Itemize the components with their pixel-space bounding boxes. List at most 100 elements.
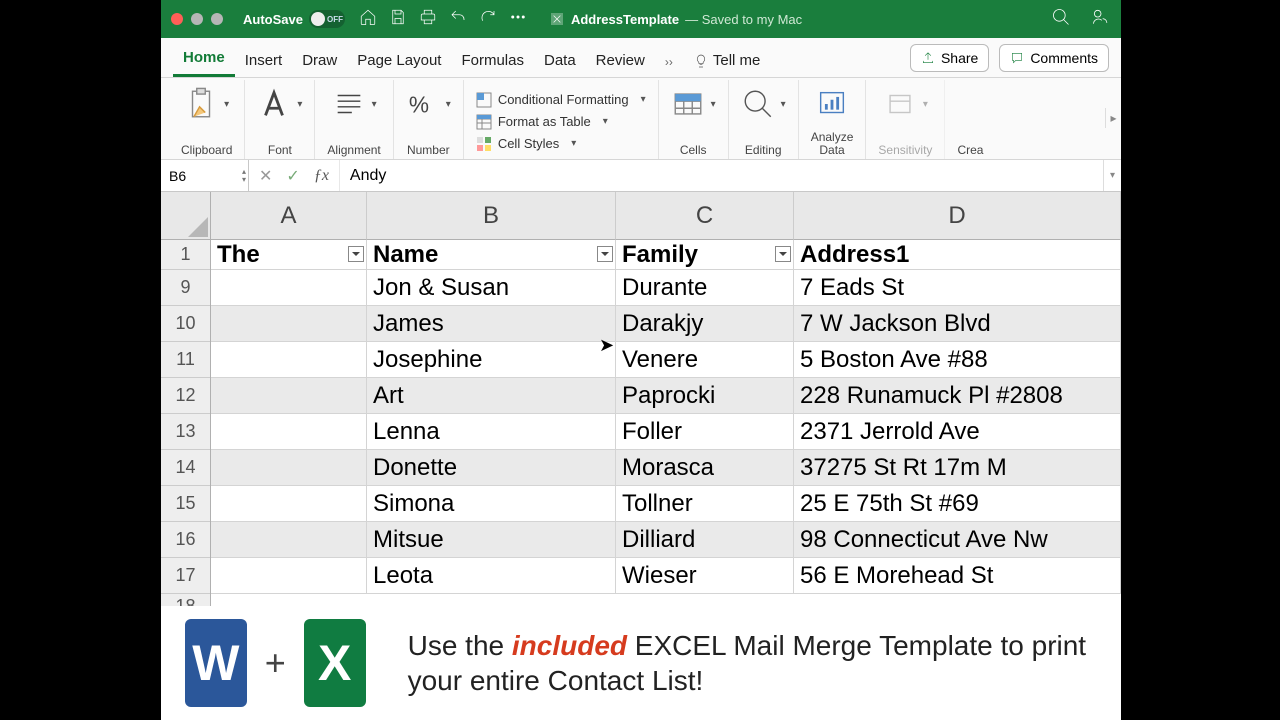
cell[interactable]: 7 W Jackson Blvd bbox=[794, 306, 1121, 342]
share-icon[interactable] bbox=[1091, 7, 1111, 32]
format-as-table[interactable]: Format as Table▾ bbox=[476, 114, 608, 130]
cell[interactable] bbox=[211, 486, 367, 522]
filter-icon[interactable] bbox=[775, 246, 791, 262]
tab-review[interactable]: Review bbox=[586, 44, 655, 77]
cell[interactable]: Art bbox=[367, 378, 616, 414]
cell[interactable]: Wieser bbox=[616, 558, 794, 594]
cell[interactable] bbox=[211, 378, 367, 414]
cell[interactable]: 5 Boston Ave #88 bbox=[794, 342, 1121, 378]
formula-expand[interactable]: ▾ bbox=[1103, 160, 1121, 191]
print-icon[interactable] bbox=[419, 8, 437, 31]
cell[interactable]: Morasca bbox=[616, 450, 794, 486]
name-box[interactable]: B6 ▴▾ bbox=[161, 160, 249, 191]
cell[interactable]: Venere bbox=[616, 342, 794, 378]
cell-styles[interactable]: Cell Styles▾ bbox=[476, 136, 576, 152]
select-all[interactable] bbox=[161, 192, 210, 240]
tab-page-layout[interactable]: Page Layout bbox=[347, 44, 451, 77]
group-cells[interactable]: ▾ Cells bbox=[659, 80, 729, 159]
row-header[interactable]: 12 bbox=[161, 378, 210, 414]
row-header[interactable]: 17 bbox=[161, 558, 210, 594]
more-icon[interactable] bbox=[509, 8, 527, 31]
tab-more[interactable]: ›› bbox=[655, 47, 683, 77]
confirm-icon[interactable]: ✓ bbox=[286, 166, 299, 186]
filter-icon[interactable] bbox=[597, 246, 613, 262]
cell[interactable]: 2371 Jerrold Ave bbox=[794, 414, 1121, 450]
header-cell[interactable]: Address1 bbox=[794, 240, 1121, 270]
row-header[interactable]: 16 bbox=[161, 522, 210, 558]
cell[interactable]: 37275 St Rt 17m M bbox=[794, 450, 1121, 486]
col-header[interactable]: C bbox=[616, 192, 794, 240]
cancel-icon[interactable]: ✕ bbox=[259, 166, 272, 186]
autosave-toggle[interactable]: AutoSave OFF bbox=[243, 10, 345, 28]
conditional-formatting[interactable]: Conditional Formatting▾ bbox=[476, 92, 646, 108]
tab-formulas[interactable]: Formulas bbox=[451, 44, 534, 77]
header-cell[interactable]: Name bbox=[367, 240, 616, 270]
group-clipboard[interactable]: ▾ Clipboard bbox=[169, 80, 245, 159]
row-header[interactable]: 18 bbox=[161, 594, 210, 606]
row-header[interactable]: 15 bbox=[161, 486, 210, 522]
cell[interactable]: 25 E 75th St #69 bbox=[794, 486, 1121, 522]
formula-input[interactable]: Andy bbox=[340, 167, 1103, 185]
header-cell[interactable]: The bbox=[211, 240, 367, 270]
cell[interactable] bbox=[211, 558, 367, 594]
cell[interactable] bbox=[211, 522, 367, 558]
save-icon[interactable] bbox=[389, 8, 407, 31]
minimize-window[interactable] bbox=[191, 13, 203, 25]
cell[interactable]: Tollner bbox=[616, 486, 794, 522]
col-header[interactable]: B bbox=[367, 192, 616, 240]
group-analyze-data[interactable]: AnalyzeData bbox=[799, 80, 867, 159]
cell[interactable]: Foller bbox=[616, 414, 794, 450]
cell[interactable]: 98 Connecticut Ave Nw bbox=[794, 522, 1121, 558]
group-font[interactable]: ▾ Font bbox=[245, 80, 315, 159]
group-editing[interactable]: ▾ Editing bbox=[729, 80, 799, 159]
cell[interactable]: 56 E Morehead St bbox=[794, 558, 1121, 594]
cell[interactable]: Jon & Susan bbox=[367, 270, 616, 306]
cell[interactable] bbox=[211, 450, 367, 486]
cell[interactable]: Durante bbox=[616, 270, 794, 306]
cell[interactable]: Donette bbox=[367, 450, 616, 486]
filter-icon[interactable] bbox=[348, 246, 364, 262]
row-header[interactable]: 14 bbox=[161, 450, 210, 486]
cell[interactable] bbox=[211, 414, 367, 450]
cell[interactable]: Mitsue bbox=[367, 522, 616, 558]
group-create[interactable]: Crea bbox=[945, 80, 995, 159]
cell[interactable]: Dilliard bbox=[616, 522, 794, 558]
cell[interactable]: Leota bbox=[367, 558, 616, 594]
fx-icon[interactable]: ƒx bbox=[314, 167, 329, 185]
tab-insert[interactable]: Insert bbox=[235, 44, 293, 77]
tab-home[interactable]: Home bbox=[173, 41, 235, 77]
cell[interactable]: Simona bbox=[367, 486, 616, 522]
row-header[interactable]: 13 bbox=[161, 414, 210, 450]
cell[interactable]: James bbox=[367, 306, 616, 342]
tab-draw[interactable]: Draw bbox=[292, 44, 347, 77]
row-header[interactable]: 11 bbox=[161, 342, 210, 378]
home-icon[interactable] bbox=[359, 8, 377, 31]
row-header[interactable]: 1 bbox=[161, 240, 210, 270]
header-cell[interactable]: Family bbox=[616, 240, 794, 270]
ribbon-scroll-right[interactable]: ▸ bbox=[1105, 108, 1121, 128]
cell[interactable] bbox=[211, 306, 367, 342]
tab-data[interactable]: Data bbox=[534, 44, 586, 77]
close-window[interactable] bbox=[171, 13, 183, 25]
cell[interactable]: Paprocki bbox=[616, 378, 794, 414]
col-header[interactable]: D bbox=[794, 192, 1121, 240]
group-number[interactable]: %▾ Number bbox=[394, 80, 464, 159]
undo-icon[interactable] bbox=[449, 8, 467, 31]
tell-me[interactable]: Tell me bbox=[683, 44, 771, 77]
cell[interactable]: 228 Runamuck Pl #2808 bbox=[794, 378, 1121, 414]
group-alignment[interactable]: ▾ Alignment bbox=[315, 80, 393, 159]
maximize-window[interactable] bbox=[211, 13, 223, 25]
cell[interactable]: Josephine bbox=[367, 342, 616, 378]
share-button[interactable]: Share bbox=[910, 44, 989, 72]
row-header[interactable]: 10 bbox=[161, 306, 210, 342]
col-header[interactable]: A bbox=[211, 192, 367, 240]
cell[interactable] bbox=[211, 270, 367, 306]
redo-icon[interactable] bbox=[479, 8, 497, 31]
row-header[interactable]: 9 bbox=[161, 270, 210, 306]
cell[interactable]: Lenna bbox=[367, 414, 616, 450]
cell[interactable] bbox=[211, 342, 367, 378]
comments-button[interactable]: Comments bbox=[999, 44, 1109, 72]
cell[interactable]: 7 Eads St bbox=[794, 270, 1121, 306]
cell[interactable]: Darakjy bbox=[616, 306, 794, 342]
search-icon[interactable] bbox=[1051, 7, 1071, 32]
